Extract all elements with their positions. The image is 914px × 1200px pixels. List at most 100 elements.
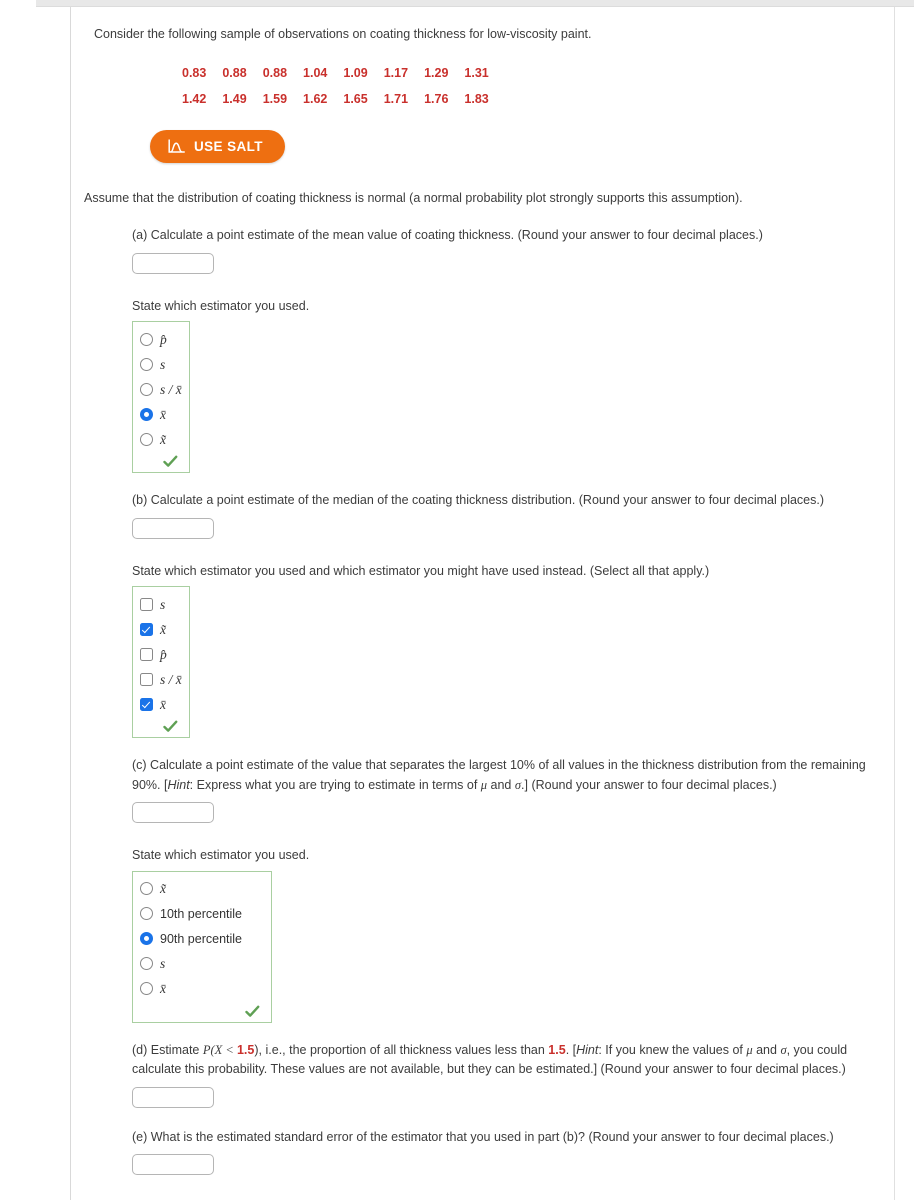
checkbox-icon-checked[interactable] (140, 697, 153, 711)
checkbox-icon[interactable] (140, 647, 153, 661)
part-a-option-p-hat[interactable]: p̂ (140, 328, 181, 350)
option-label: x̄ (160, 696, 166, 712)
part-d-seg-2: , i.e., the proportion of all thickness … (258, 1042, 549, 1057)
checkbox-icon-checked[interactable] (140, 622, 153, 636)
data-cell: 0.88 (222, 65, 247, 80)
part-d-value-2: 1.5 (548, 1042, 566, 1057)
problem-intro: Consider the following sample of observa… (94, 27, 592, 41)
normal-curve-icon (168, 139, 185, 154)
part-c-option-90th-percentile[interactable]: 90th percentile (140, 928, 263, 950)
part-c-option-xbar[interactable]: x̄ (140, 978, 263, 1000)
question-content-panel: Consider the following sample of observa… (72, 7, 895, 1200)
option-label: 10th percentile (160, 906, 243, 921)
option-label: p̂ (160, 331, 167, 347)
part-e-answer-input[interactable] (132, 1154, 214, 1175)
part-d-answer-input[interactable] (132, 1086, 214, 1108)
radio-icon-selected[interactable] (140, 932, 153, 946)
data-cell: 1.42 (182, 91, 207, 106)
top-left-spacer (0, 0, 36, 7)
part-d-seg-3: . [ (565, 1042, 577, 1057)
part-c-correct-checkmark (140, 1003, 263, 1020)
part-c-text-post: .] (Round your answer to four decimal pl… (521, 777, 777, 792)
part-a-state-label: State which estimator you used. (132, 298, 310, 313)
part-a-option-s-over-xbar[interactable]: s / x̄ (140, 378, 182, 400)
page-root: Consider the following sample of observa… (0, 0, 914, 1200)
data-cell: 1.62 (303, 91, 328, 106)
radio-icon[interactable] (140, 882, 153, 896)
data-cell: 0.88 (262, 65, 288, 80)
option-label: x̃ (160, 881, 166, 897)
part-c-option-xtilde[interactable]: x̃ (140, 878, 263, 900)
data-cell: 1.83 (464, 91, 489, 106)
data-cell: 1.17 (383, 65, 409, 80)
part-a-option-s[interactable]: s (140, 353, 181, 375)
radio-icon[interactable] (140, 332, 153, 346)
radio-icon[interactable] (140, 982, 153, 996)
observation-data-table: 0.83 0.88 0.88 1.04 1.09 1.17 1.29 1.31 … (182, 60, 505, 112)
part-d-prob-open: P(X < (202, 1042, 237, 1057)
data-cell: 1.29 (424, 65, 449, 80)
data-cell: 1.04 (303, 65, 328, 80)
radio-icon-selected[interactable] (140, 407, 153, 421)
part-d-seg-4: : If you knew the values of (598, 1042, 747, 1057)
option-label: x̃ (160, 431, 166, 447)
part-a-question: (a) Calculate a point estimate of the me… (132, 228, 763, 243)
data-cell: 1.71 (383, 91, 409, 106)
data-cell: 1.59 (262, 91, 288, 106)
radio-icon[interactable] (140, 957, 153, 971)
part-b-question: (b) Calculate a point estimate of the me… (132, 493, 825, 508)
normality-assumption-text: Assume that the distribution of coating … (84, 190, 743, 205)
radio-icon[interactable] (140, 357, 153, 371)
option-label: s (160, 356, 166, 372)
part-b-state-label: State which estimator you used and which… (132, 563, 710, 578)
part-a-option-xtilde[interactable]: x̃ (140, 428, 181, 450)
part-b-correct-checkmark (140, 718, 181, 735)
right-gutter (896, 7, 914, 1200)
data-cell: 1.49 (222, 91, 247, 106)
part-c-option-10th-percentile[interactable]: 10th percentile (140, 903, 263, 925)
part-a-radio-group: p̂ s s / x̄ x̄ x̃ (132, 321, 190, 474)
part-c-option-s[interactable]: s (140, 953, 263, 975)
radio-icon[interactable] (140, 382, 153, 396)
part-a-answer-input[interactable] (132, 252, 214, 274)
part-d-value-1: 1.5 (236, 1042, 255, 1057)
part-b-answer-input[interactable] (132, 517, 214, 539)
part-c-text-mid: : Express what you are trying to estimat… (189, 777, 481, 792)
data-cell: 1.65 (343, 91, 368, 106)
part-c-question: (c) Calculate a point estimate of the va… (132, 756, 876, 795)
option-label: s / x̄ (160, 381, 182, 397)
radio-icon[interactable] (140, 432, 153, 446)
part-c-radio-group: x̃ 10th percentile 90th percentile s x̄ (132, 870, 272, 1023)
part-d-hint-word: Hint (576, 1042, 599, 1057)
part-c-hint-word: Hint (167, 777, 190, 792)
part-b-option-p-hat[interactable]: p̂ (140, 643, 181, 665)
part-a-option-xbar[interactable]: x̄ (140, 403, 181, 425)
use-salt-label: USE SALT (194, 138, 263, 154)
option-label: s / x̄ (160, 671, 182, 687)
top-chrome-strip (0, 0, 914, 7)
data-cell: 0.83 (182, 65, 207, 80)
checkbox-icon[interactable] (140, 672, 153, 686)
part-b-option-xtilde[interactable]: x̃ (140, 618, 181, 640)
option-label: 90th percentile (160, 931, 243, 946)
part-b-option-s[interactable]: s (140, 593, 181, 615)
data-cell: 1.09 (343, 65, 368, 80)
use-salt-button[interactable]: USE SALT (150, 129, 285, 163)
table-row: 0.83 0.88 0.88 1.04 1.09 1.17 1.29 1.31 (182, 60, 505, 86)
radio-icon[interactable] (140, 907, 153, 921)
checkbox-icon[interactable] (140, 597, 153, 611)
option-label: x̄ (160, 406, 166, 422)
part-c-and: and (487, 777, 515, 792)
part-b-option-xbar[interactable]: x̄ (140, 693, 181, 715)
option-label: s (160, 596, 166, 612)
part-c-answer-input[interactable] (132, 802, 214, 824)
option-label: x̄ (160, 981, 166, 997)
part-d-and: and (752, 1042, 781, 1057)
part-a-correct-checkmark (140, 453, 181, 470)
part-b-option-s-over-xbar[interactable]: s / x̄ (140, 668, 182, 690)
data-cell: 1.31 (464, 65, 489, 80)
data-table-body: 0.83 0.88 0.88 1.04 1.09 1.17 1.29 1.31 … (182, 60, 505, 112)
part-d-seg-1: (d) Estimate (132, 1042, 203, 1057)
left-gutter (0, 7, 71, 1200)
option-label: x̃ (160, 621, 166, 637)
